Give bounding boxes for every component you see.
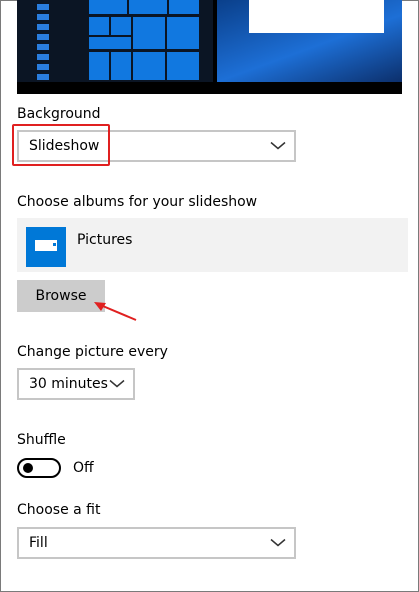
shuffle-toggle[interactable]	[17, 458, 61, 478]
albums-label: Choose albums for your slideshow	[17, 194, 258, 210]
interval-value: 30 minutes	[29, 376, 108, 392]
shuffle-state: Off	[73, 460, 94, 476]
interval-label: Change picture every	[17, 344, 168, 360]
fit-value: Fill	[29, 535, 48, 551]
chevron-down-icon	[109, 379, 125, 388]
background-preview	[17, 0, 402, 94]
album-name: Pictures	[77, 232, 133, 248]
shuffle-label: Shuffle	[17, 432, 66, 448]
highlight-box	[12, 124, 110, 166]
preview-window	[249, 0, 384, 33]
chevron-down-icon	[270, 141, 286, 150]
fit-label: Choose a fit	[17, 502, 101, 518]
preview-start-screen	[17, 0, 213, 82]
chevron-down-icon	[270, 538, 286, 547]
folder-icon	[26, 227, 66, 267]
arrow-annotation-icon	[94, 302, 137, 321]
interval-dropdown[interactable]: 30 minutes	[17, 368, 135, 400]
fit-dropdown[interactable]: Fill	[17, 527, 296, 559]
toggle-knob	[23, 463, 33, 473]
background-label: Background	[17, 106, 101, 122]
album-item[interactable]: Pictures	[17, 218, 408, 272]
